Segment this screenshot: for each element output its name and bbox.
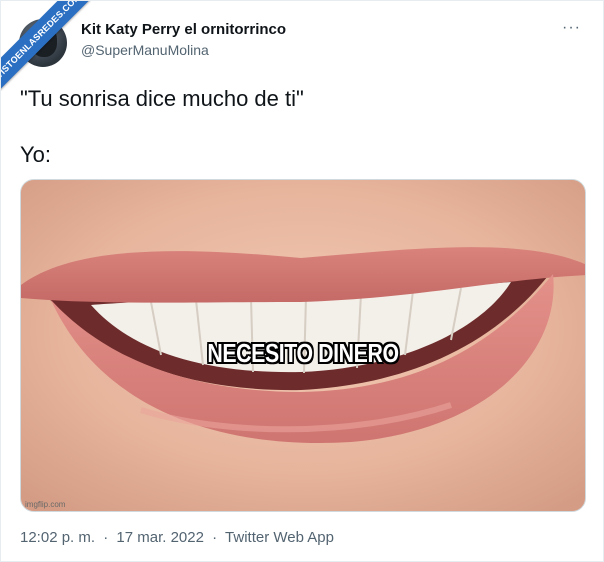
- tweet-text-line: "Tu sonrisa dice mucho de ti": [20, 86, 304, 111]
- watermark-text: VISTOENLASREDES.COM: [1, 1, 91, 91]
- tweet-date[interactable]: 17 mar. 2022: [116, 529, 204, 546]
- tweet-source-app[interactable]: Twitter Web App: [225, 529, 334, 546]
- tweet-time[interactable]: 12:02 p. m.: [20, 529, 95, 546]
- tweet-meta: 12:02 p. m. · 17 mar. 2022 · Twitter Web…: [20, 529, 338, 546]
- author-handle[interactable]: @SuperManuMolina: [81, 42, 209, 58]
- more-options-icon[interactable]: ···: [562, 19, 581, 37]
- image-source-mark: imgflip.com: [25, 500, 66, 509]
- meme-caption: NECESITO DINERO: [207, 338, 399, 368]
- author-display-name[interactable]: Kit Katy Perry el ornitorrinco: [81, 21, 286, 38]
- meta-separator: ·: [103, 529, 109, 546]
- watermark-ribbon: VISTOENLASREDES.COM: [1, 1, 91, 91]
- tweet-card: VISTOENLASREDES.COM Kit Katy Perry el or…: [0, 0, 604, 562]
- tweet-text-line: Yo:: [20, 142, 52, 167]
- meta-separator: ·: [212, 529, 218, 546]
- tweet-media-image[interactable]: NECESITO DINERO imgflip.com: [20, 179, 586, 512]
- tweet-text: "Tu sonrisa dice mucho de ti" Yo:: [20, 85, 580, 169]
